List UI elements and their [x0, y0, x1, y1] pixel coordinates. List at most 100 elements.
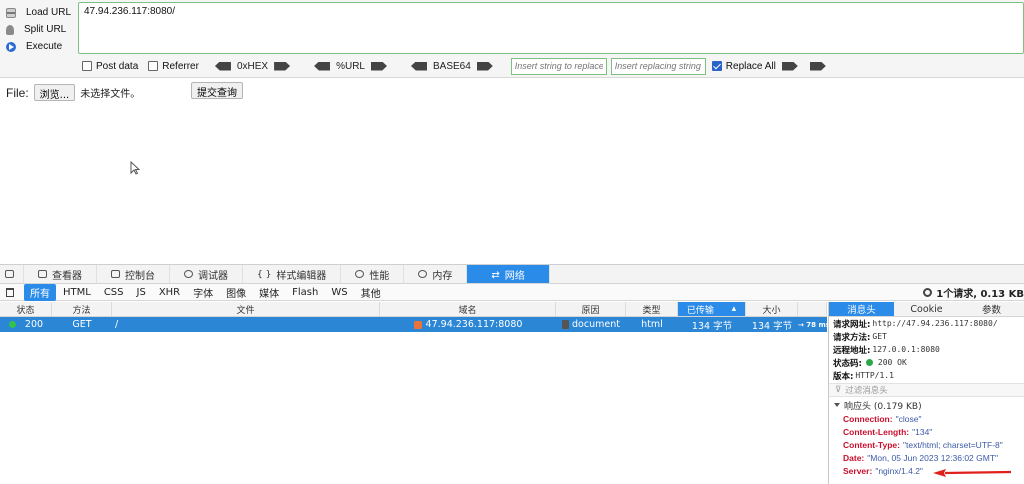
header-row: Connection: "close" — [829, 412, 1024, 425]
column-label: 已传输 — [686, 305, 714, 316]
tab-network[interactable]: ⇄ 网络 — [467, 265, 550, 283]
status-ok-icon — [865, 359, 873, 366]
column-type[interactable]: 类型 — [626, 302, 678, 316]
filter-headers-input[interactable]: ⊽ 过滤消息头 — [829, 383, 1024, 397]
remote-address-label: 远程地址: — [833, 345, 871, 356]
filter-flash[interactable]: Flash — [286, 286, 324, 299]
decode-arrow-icon[interactable] — [410, 61, 427, 71]
column-cause[interactable]: 原因 — [556, 302, 626, 316]
header-key: Server: — [843, 465, 873, 476]
tab-style-editor[interactable]: { } 样式编辑器 — [243, 265, 342, 283]
post-data-label: Post data — [96, 60, 139, 72]
base64-label: BASE64 — [432, 60, 471, 72]
filter-other[interactable]: 其他 — [355, 284, 387, 301]
network-icon: ⇄ — [491, 270, 500, 281]
header-key: Date: — [843, 452, 865, 463]
console-icon — [111, 270, 120, 278]
tab-headers[interactable]: 消息头 — [829, 302, 894, 316]
filter-fonts[interactable]: 字体 — [187, 284, 219, 301]
tab-label: 内存 — [432, 270, 453, 282]
post-data-checkbox[interactable]: Post data — [82, 61, 138, 72]
filter-xhr[interactable]: XHR — [153, 286, 186, 299]
response-headers-section[interactable]: 响应头 (0.179 KB) — [829, 398, 1024, 412]
cell-domain: 47.94.236.117:8080 — [380, 317, 556, 332]
filter-js[interactable]: JS — [131, 286, 152, 299]
filter-css[interactable]: CSS — [98, 286, 130, 299]
column-transferred[interactable]: 已传输 ▴ — [678, 302, 746, 316]
summary-text: 1个请求, 0.13 KB — [936, 289, 1024, 300]
column-method[interactable]: 方法 — [52, 302, 112, 316]
tab-memory[interactable]: 内存 — [404, 265, 468, 283]
replace-string-input[interactable] — [510, 57, 607, 75]
tab-params[interactable]: 参数 — [959, 302, 1024, 316]
tab-label: 控制台 — [125, 270, 155, 282]
filter-all[interactable]: 所有 — [24, 283, 56, 301]
url-textarea[interactable] — [78, 2, 1024, 54]
header-key: Content-Type: — [843, 439, 900, 450]
cell-timing: → 78 ms — [798, 320, 827, 329]
replace-arrow-icon-2[interactable] — [809, 61, 826, 71]
column-domain[interactable]: 域名 — [380, 302, 556, 316]
devtools-panel: 查看器 控制台 调试器 { } 样式编辑器 性能 内存 ⇄ 网络 所有 HTML C… — [0, 264, 1024, 484]
file-upload-row: File: 浏览... 未选择文件。 — [6, 84, 140, 101]
column-file[interactable]: 文件 — [112, 302, 380, 316]
devtools-toolbar: 查看器 控制台 调试器 { } 样式编辑器 性能 内存 ⇄ 网络 — [0, 265, 1024, 284]
cause-text: document — [572, 319, 620, 330]
split-url-icon — [6, 24, 14, 35]
decode-arrow-icon[interactable] — [214, 61, 231, 71]
browse-button[interactable]: 浏览... — [33, 84, 76, 101]
hackbar-options: Post data Referrer 0xHEX %URL BASE64 Rep… — [82, 57, 832, 75]
tab-performance[interactable]: 性能 — [341, 265, 405, 283]
header-row: Date: "Mon, 05 Jun 2023 12:36:02 GMT" — [829, 451, 1024, 464]
load-url-button[interactable]: Load URL — [6, 4, 76, 21]
tab-console[interactable]: 控制台 — [97, 265, 170, 283]
column-size[interactable]: 大小 — [746, 302, 798, 316]
column-timeline[interactable] — [798, 302, 827, 316]
tab-cookies[interactable]: Cookie — [894, 302, 959, 316]
element-picker[interactable] — [0, 265, 24, 283]
filter-media[interactable]: 媒体 — [253, 284, 285, 301]
checkbox-box-checked[interactable] — [711, 61, 722, 71]
request-method-value: GET — [872, 332, 887, 341]
submit-query-button[interactable]: 提交查询 — [191, 82, 243, 99]
gear-icon[interactable] — [923, 288, 933, 297]
replace-arrow-icon[interactable] — [781, 61, 798, 71]
decode-arrow-icon[interactable] — [314, 61, 331, 71]
cell-cause: document — [556, 317, 626, 332]
request-table: 状态 方法 文件 域名 原因 类型 已传输 ▴ 大小 200 GET / 47.… — [0, 302, 827, 484]
remote-address-row: 远程地址: 127.0.0.1:8080 — [829, 343, 1024, 356]
domain-text: 47.94.236.117:8080 — [425, 319, 523, 330]
filter-html[interactable]: HTML — [57, 286, 97, 299]
encode-arrow-icon[interactable] — [476, 61, 493, 71]
encode-arrow-icon[interactable] — [274, 61, 291, 71]
request-details-panel: 消息头 Cookie 参数 请求网址: http://47.94.236.117… — [828, 302, 1024, 484]
remote-address-value: 127.0.0.1:8080 — [872, 345, 940, 354]
picker-icon — [4, 270, 14, 278]
request-url-value: http://47.94.236.117:8080/ — [872, 319, 998, 328]
url-enc-label: %URL — [336, 60, 365, 72]
execute-button[interactable]: Execute — [6, 38, 76, 55]
filter-images[interactable]: 图像 — [220, 284, 252, 301]
status-code-label: 状态码: — [833, 358, 862, 369]
trash-icon[interactable] — [6, 287, 14, 297]
header-key: Connection: — [843, 413, 893, 424]
tab-debugger[interactable]: 调试器 — [170, 265, 243, 283]
replace-all-checkbox[interactable]: Replace All — [711, 61, 776, 72]
cell-method: GET — [72, 319, 92, 330]
checkbox-box[interactable] — [148, 61, 159, 71]
split-url-button[interactable]: Split URL — [6, 21, 76, 38]
table-row[interactable]: 200 GET / 47.94.236.117:8080 document ht… — [0, 317, 827, 332]
referrer-checkbox[interactable]: Referrer — [148, 61, 199, 72]
debugger-icon — [184, 270, 193, 278]
no-file-text: 未选择文件。 — [80, 89, 141, 100]
tab-label: 网络 — [504, 270, 525, 282]
replacing-string-input[interactable] — [610, 57, 706, 75]
encode-arrow-icon[interactable] — [370, 61, 387, 71]
version-label: 版本: — [833, 371, 854, 382]
filter-ws[interactable]: WS — [325, 286, 353, 299]
filter-placeholder: 过滤消息头 — [845, 386, 888, 396]
column-status[interactable]: 状态 — [0, 302, 52, 316]
tab-inspector[interactable]: 查看器 — [24, 265, 97, 283]
chevron-down-icon — [834, 403, 840, 407]
checkbox-box[interactable] — [82, 61, 92, 71]
